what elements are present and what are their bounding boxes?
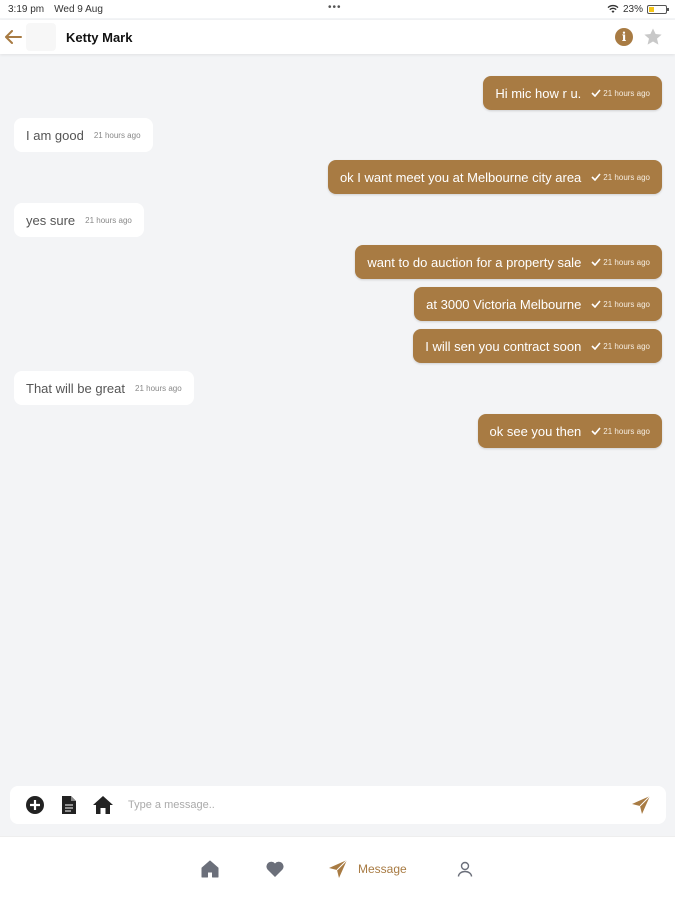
message-outgoing[interactable]: ok I want meet you at Melbourne city are… bbox=[327, 160, 662, 194]
message-outgoing[interactable]: Hi mic how r u. 21 hours ago bbox=[483, 76, 662, 110]
battery-percent: 23% bbox=[622, 3, 643, 15]
message-input[interactable] bbox=[128, 793, 630, 817]
message-time: 21 hours ago bbox=[93, 130, 141, 140]
star-icon bbox=[644, 28, 662, 45]
message-text: want to do auction for a property sale bbox=[367, 254, 582, 270]
message-time: 21 hours ago bbox=[85, 215, 132, 225]
check-icon bbox=[591, 89, 601, 97]
battery-icon bbox=[647, 4, 669, 14]
check-icon bbox=[591, 342, 601, 350]
heart-icon bbox=[266, 861, 284, 877]
message-meta: 21 hours ago bbox=[591, 89, 650, 98]
status-bar: 3:19 pm Wed 9 Aug ••• 23% bbox=[0, 0, 675, 18]
multitask-dots[interactable]: ••• bbox=[328, 2, 342, 13]
message-meta: 21 hours ago bbox=[591, 427, 650, 436]
message-meta: 21 hours ago bbox=[94, 131, 141, 140]
message-incoming[interactable]: I am good 21 hours ago bbox=[14, 118, 153, 152]
message-time: 21 hours ago bbox=[135, 383, 182, 393]
message-outgoing[interactable]: I will sen you contract soon 21 hours ag… bbox=[413, 329, 662, 363]
nav-favorites[interactable] bbox=[265, 857, 285, 881]
nav-profile[interactable] bbox=[456, 857, 474, 881]
message-incoming[interactable]: yes sure 21 hours ago bbox=[14, 203, 144, 237]
user-icon bbox=[457, 861, 473, 877]
message-time: 21 hours ago bbox=[603, 299, 650, 309]
check-icon bbox=[591, 427, 601, 435]
message-time: 21 hours ago bbox=[603, 172, 650, 182]
home-icon bbox=[201, 860, 219, 878]
nav-home[interactable] bbox=[200, 857, 220, 881]
message-meta: 21 hours ago bbox=[135, 384, 182, 393]
document-icon bbox=[62, 796, 76, 814]
check-icon bbox=[591, 258, 601, 266]
message-text: I am good bbox=[26, 127, 84, 143]
message-text: That will be great bbox=[26, 380, 125, 396]
message-incoming[interactable]: That will be great 21 hours ago bbox=[14, 371, 194, 405]
add-attachment-button[interactable] bbox=[24, 794, 46, 816]
contact-name: Ketty Mark bbox=[66, 29, 133, 45]
property-button[interactable] bbox=[92, 794, 114, 816]
check-icon bbox=[591, 173, 601, 181]
message-time: 21 hours ago bbox=[603, 88, 650, 98]
message-text: I will sen you contract soon bbox=[425, 338, 582, 354]
favorite-button[interactable] bbox=[643, 27, 663, 47]
message-meta: 21 hours ago bbox=[591, 342, 650, 351]
message-outgoing[interactable]: at 3000 Victoria Melbourne 21 hours ago bbox=[414, 287, 662, 321]
back-button[interactable] bbox=[2, 26, 24, 48]
document-button[interactable] bbox=[58, 794, 80, 816]
message-meta: 21 hours ago bbox=[85, 216, 132, 225]
message-outgoing[interactable]: want to do auction for a property sale 2… bbox=[355, 245, 662, 279]
message-text: yes sure bbox=[26, 212, 76, 228]
message-time: 21 hours ago bbox=[603, 426, 650, 436]
status-date: Wed 9 Aug bbox=[54, 3, 103, 15]
message-text: ok see you then bbox=[489, 423, 582, 439]
send-icon bbox=[632, 795, 651, 814]
info-icon[interactable]: i bbox=[615, 28, 633, 46]
message-text: Hi mic how r u. bbox=[495, 85, 582, 101]
message-time: 21 hours ago bbox=[603, 341, 650, 351]
plus-circle-icon bbox=[26, 796, 44, 814]
message-time: 21 hours ago bbox=[603, 257, 650, 267]
send-button[interactable] bbox=[630, 794, 652, 816]
nav-message-label: Message bbox=[358, 862, 407, 876]
message-composer bbox=[10, 786, 666, 824]
nav-message[interactable]: Message bbox=[328, 857, 407, 881]
message-meta: 21 hours ago bbox=[591, 300, 650, 309]
bottom-nav: Message bbox=[0, 836, 675, 900]
home-icon bbox=[93, 796, 113, 814]
message-outgoing[interactable]: ok see you then 21 hours ago bbox=[477, 414, 662, 448]
send-icon bbox=[329, 859, 348, 878]
avatar[interactable] bbox=[26, 23, 56, 51]
chat-header: Ketty Mark i bbox=[0, 20, 675, 54]
check-icon bbox=[591, 300, 601, 308]
status-time: 3:19 pm bbox=[8, 3, 45, 15]
message-text: at 3000 Victoria Melbourne bbox=[426, 296, 582, 312]
message-meta: 21 hours ago bbox=[591, 173, 650, 182]
message-text: ok I want meet you at Melbourne city are… bbox=[339, 169, 582, 185]
message-meta: 21 hours ago bbox=[591, 258, 650, 267]
wifi-icon bbox=[607, 5, 619, 13]
arrow-left-icon bbox=[5, 30, 22, 44]
